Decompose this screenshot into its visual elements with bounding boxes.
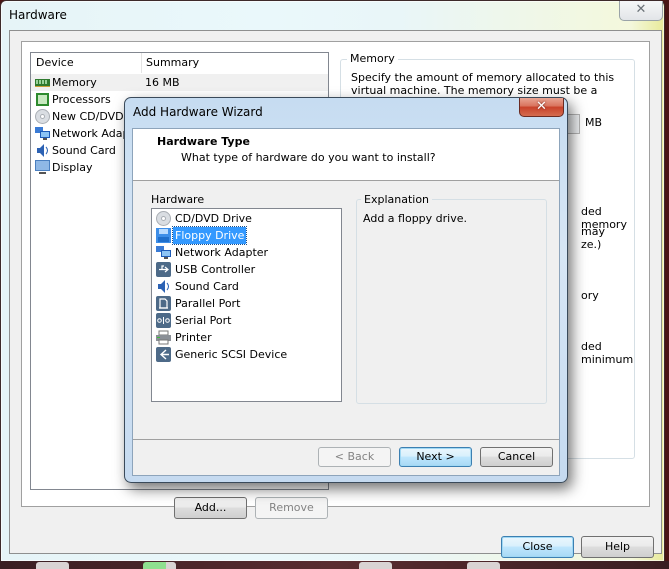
- memory-spinner[interactable]: [567, 114, 580, 134]
- device-summary: 16 MB: [145, 76, 180, 89]
- hardware-item-label: Generic SCSI Device: [175, 348, 288, 361]
- taskbar-button[interactable]: [359, 562, 392, 569]
- wizard-close-button[interactable]: ✕: [519, 98, 564, 117]
- device-name: Display: [52, 161, 93, 174]
- usb-icon: [156, 262, 171, 277]
- hardware-item-label: Parallel Port: [175, 297, 241, 310]
- memory-note-fragment: ory: [581, 289, 599, 302]
- add-hardware-wizard-dialog: Add Hardware Wizard ✕ Hardware Type What…: [124, 97, 568, 483]
- hardware-item-network-adapter[interactable]: Network Adapter: [156, 244, 336, 261]
- device-row-memory[interactable]: Memory 16 MB: [31, 74, 328, 91]
- wizard-header: Hardware Type What type of hardware do y…: [133, 129, 559, 181]
- network-adapter-icon: [156, 246, 171, 259]
- cancel-button[interactable]: Cancel: [480, 447, 553, 467]
- taskbar-button[interactable]: [467, 562, 500, 569]
- hardware-type-list[interactable]: CD/DVD Drive Floppy Drive Network Adapte…: [151, 208, 342, 402]
- memory-unit: MB: [585, 116, 603, 129]
- hardware-item-serial-port[interactable]: Serial Port: [156, 312, 336, 329]
- explanation-legend: Explanation: [361, 193, 433, 206]
- close-icon: ✕: [536, 99, 547, 114]
- help-button[interactable]: Help: [581, 536, 654, 558]
- hardware-item-label: Printer: [175, 331, 212, 344]
- hardware-item-cd-dvd[interactable]: CD/DVD Drive: [156, 210, 336, 227]
- hardware-item-label: Network Adapter: [175, 246, 269, 259]
- add-hardware-button[interactable]: Add...: [174, 497, 247, 519]
- column-header-summary[interactable]: Summary: [141, 53, 326, 73]
- wizard-step-title: Hardware Type: [157, 135, 250, 148]
- printer-icon: [156, 330, 171, 345]
- next-button[interactable]: Next >: [399, 447, 472, 467]
- hardware-item-label: Sound Card: [175, 280, 239, 293]
- floppy-icon: [156, 228, 171, 243]
- sound-card-icon: [37, 144, 48, 157]
- scsi-icon: [156, 347, 171, 362]
- memory-note-fragment: may: [581, 225, 605, 238]
- wizard-step-subtitle: What type of hardware do you want to ins…: [181, 151, 436, 164]
- taskbar-button[interactable]: [36, 562, 69, 569]
- wizard-footer-divider: [133, 439, 559, 440]
- column-header-device[interactable]: Device: [31, 53, 142, 73]
- memory-icon: [35, 79, 50, 87]
- window-title: Hardware: [9, 8, 67, 22]
- memory-legend: Memory: [347, 52, 398, 65]
- close-button[interactable]: Close: [501, 536, 574, 558]
- hardware-item-label: Floppy Drive: [171, 226, 248, 245]
- serial-port-icon: [156, 313, 171, 328]
- hardware-item-label: USB Controller: [175, 263, 256, 276]
- sound-card-icon: [158, 280, 169, 293]
- wizard-title: Add Hardware Wizard: [133, 105, 263, 119]
- device-name: Memory: [52, 76, 97, 89]
- hardware-item-usb[interactable]: USB Controller: [156, 261, 336, 278]
- taskbar-strip: [0, 561, 669, 569]
- explanation-groupbox: Explanation Add a floppy drive.: [356, 193, 547, 404]
- back-button[interactable]: < Back: [318, 447, 391, 467]
- remove-hardware-button[interactable]: Remove: [255, 497, 328, 519]
- hardware-item-label: Serial Port: [175, 314, 232, 327]
- device-name: Processors: [52, 93, 111, 106]
- memory-note-fragment: ded minimum: [581, 340, 634, 366]
- close-icon: ✕: [635, 2, 647, 17]
- hardware-list-label: Hardware: [151, 193, 205, 206]
- hardware-item-floppy[interactable]: Floppy Drive: [156, 226, 336, 245]
- cd-dvd-icon: [156, 211, 171, 226]
- hardware-item-scsi[interactable]: Generic SCSI Device: [156, 346, 336, 363]
- window-close-button[interactable]: ✕: [619, 1, 663, 21]
- hardware-item-label: CD/DVD Drive: [175, 212, 252, 225]
- parallel-port-icon: [156, 296, 171, 311]
- taskbar-button[interactable]: [143, 562, 176, 569]
- hardware-item-printer[interactable]: Printer: [156, 329, 336, 346]
- explanation-text: Add a floppy drive.: [363, 212, 467, 225]
- hardware-item-sound-card[interactable]: Sound Card: [156, 278, 336, 295]
- wizard-client: Hardware Type What type of hardware do y…: [132, 128, 560, 476]
- device-name: Sound Card: [52, 144, 116, 157]
- display-icon: [35, 160, 50, 174]
- cd-dvd-icon: [35, 109, 50, 124]
- memory-note-fragment: ze.): [581, 238, 602, 251]
- processor-icon: [36, 93, 49, 106]
- hardware-item-parallel-port[interactable]: Parallel Port: [156, 295, 336, 312]
- network-adapter-icon: [35, 127, 50, 140]
